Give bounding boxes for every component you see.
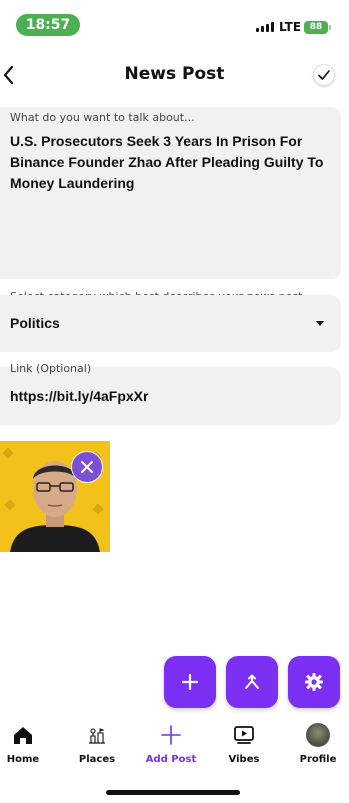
tab-bar: Home Places Add Post Vibes Profile [0, 722, 349, 772]
category-select[interactable]: Politics [0, 295, 341, 352]
topic-label: What do you want to talk about... [10, 111, 195, 124]
home-icon [14, 727, 32, 744]
check-icon [318, 70, 330, 80]
avatar [306, 723, 330, 747]
settings-button[interactable] [288, 656, 340, 708]
tab-home[interactable]: Home [0, 722, 53, 765]
signal-icon [256, 22, 274, 32]
network-type: LTE [279, 20, 302, 34]
link-card[interactable]: Link (Optional) https://bit.ly/4aFpxXr [0, 362, 341, 425]
confirm-button[interactable] [313, 64, 335, 86]
caret-down-icon [316, 321, 324, 326]
merge-button[interactable] [226, 656, 278, 708]
tab-home-label: Home [6, 754, 40, 765]
battery-tip [329, 25, 331, 30]
tab-vibes-label: Vibes [228, 754, 260, 765]
add-button[interactable] [164, 656, 216, 708]
merge-icon [245, 674, 259, 689]
battery-icon: 88 [304, 21, 328, 34]
plus-icon [161, 725, 181, 745]
topic-input[interactable]: U.S. Prosecutors Seek 3 Years In Prison … [10, 131, 328, 194]
link-label: Link (Optional) [10, 362, 92, 375]
tab-profile-label: Profile [299, 754, 337, 765]
places-icon [89, 728, 105, 744]
gear-icon [305, 673, 323, 691]
tab-profile[interactable]: Profile [288, 722, 348, 765]
battery-level: 88 [309, 22, 323, 32]
play-icon [234, 726, 254, 744]
tab-add-post[interactable]: Add Post [141, 722, 201, 765]
link-input[interactable]: https://bit.ly/4aFpxXr [10, 388, 148, 404]
status-bar: 18:57 LTE 88 [0, 0, 349, 50]
tab-places[interactable]: Places [67, 722, 127, 765]
topic-card[interactable]: What do you want to talk about... U.S. P… [0, 107, 341, 279]
status-time: 18:57 [16, 14, 80, 36]
header: News Post [0, 58, 349, 92]
tab-vibes[interactable]: Vibes [214, 722, 274, 765]
home-indicator [106, 790, 240, 795]
remove-image-button[interactable] [71, 451, 103, 483]
close-icon [81, 461, 93, 473]
tab-places-label: Places [78, 754, 116, 765]
plus-icon [181, 673, 199, 691]
tab-add-post-label: Add Post [145, 754, 197, 765]
page-title: News Post [124, 64, 225, 84]
category-value: Politics [10, 315, 60, 331]
